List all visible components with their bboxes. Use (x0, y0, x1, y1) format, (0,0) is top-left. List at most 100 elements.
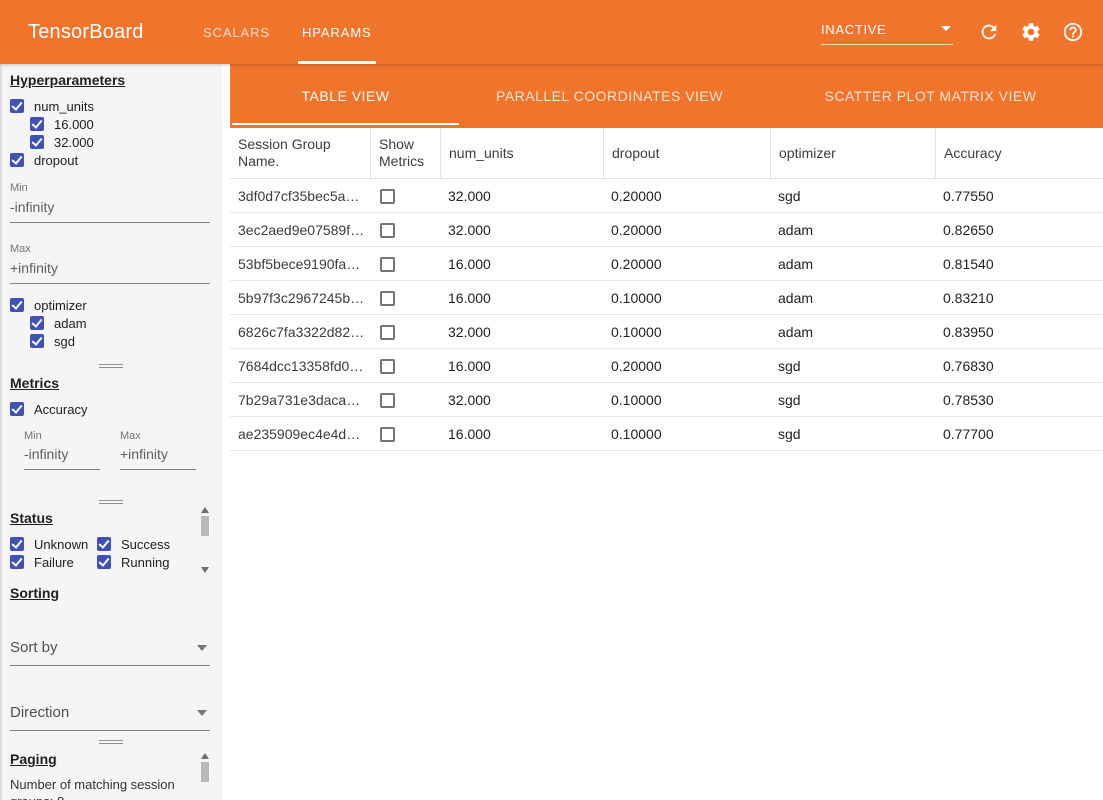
gear-icon (1020, 21, 1042, 43)
pane-resize-handle[interactable] (99, 364, 123, 368)
table-row: 6826c7fa3322d82… 32.000 0.10000 adam 0.8… (230, 315, 1103, 349)
tab-parallel-coordinates-view[interactable]: PARALLEL COORDINATES VIEW (461, 64, 758, 128)
metric-minmax: Min -infinity Max +infinity (24, 430, 212, 470)
scroll-up-icon[interactable] (201, 507, 209, 513)
min-input[interactable]: -infinity (24, 442, 100, 470)
session-group-name: 7684dcc13358fd0… (230, 358, 370, 374)
checkbox-checked-icon[interactable] (30, 316, 44, 330)
session-group-name: 5b97f3c2967245b… (230, 290, 370, 306)
tab-scalars[interactable]: SCALARS (187, 0, 286, 64)
dropout-value: 0.20000 (603, 358, 770, 374)
status-unknown[interactable]: Unknown (10, 535, 97, 553)
show-metrics-cell (370, 221, 440, 238)
scrollbar-thumb[interactable] (201, 516, 209, 536)
scroll-down-icon[interactable] (201, 567, 209, 573)
checkbox-checked-icon[interactable] (10, 402, 24, 416)
pane-resize-handle[interactable] (99, 740, 123, 744)
show-metrics-cell (370, 425, 440, 442)
num-units-value: 16.000 (440, 256, 603, 272)
main-content: TABLE VIEW PARALLEL COORDINATES VIEW SCA… (230, 64, 1103, 800)
accuracy-value: 0.81540 (935, 256, 1103, 272)
hparam-num-units-option-32[interactable]: 32.000 (30, 133, 212, 151)
table-row: 3df0d7cf35bec5a… 32.000 0.20000 sgd 0.77… (230, 179, 1103, 213)
refresh-button[interactable] (977, 20, 1001, 44)
optimizer-value: sgd (770, 426, 935, 442)
direction-label: Direction (10, 704, 69, 721)
accuracy-value: 0.77550 (935, 188, 1103, 204)
session-group-name: 7b29a731e3daca… (230, 392, 370, 408)
direction-dropdown[interactable]: Direction (10, 702, 210, 731)
col-show-metrics: Show Metrics (370, 128, 440, 178)
session-group-name: 6826c7fa3322d82… (230, 324, 370, 340)
checkbox-checked-icon[interactable] (10, 555, 24, 569)
hparam-optimizer-option-adam[interactable]: adam (30, 314, 212, 332)
help-button[interactable] (1061, 20, 1085, 44)
show-metrics-checkbox[interactable] (380, 189, 395, 204)
hparam-optimizer-option-sgd[interactable]: sgd (30, 332, 212, 350)
status-label: Success (121, 537, 170, 552)
table-row: ae235909ec4e4d… 16.000 0.10000 sgd 0.777… (230, 417, 1103, 451)
max-label: Max (120, 430, 196, 442)
metrics-section: Metrics Accuracy Min -infinity Max +infi… (0, 375, 222, 470)
status-scrollbar[interactable] (200, 507, 210, 573)
paging-scrollbar[interactable] (200, 753, 210, 800)
max-input[interactable]: +infinity (10, 255, 210, 284)
show-metrics-checkbox[interactable] (380, 223, 395, 238)
option-label: 16.000 (54, 117, 94, 132)
accuracy-value: 0.76830 (935, 358, 1103, 374)
settings-button[interactable] (1019, 20, 1043, 44)
show-metrics-checkbox[interactable] (380, 393, 395, 408)
pane-resize-handle[interactable] (99, 500, 123, 504)
status-running[interactable]: Running (97, 553, 212, 571)
checkbox-checked-icon[interactable] (10, 537, 24, 551)
metric-accuracy[interactable]: Accuracy (10, 400, 212, 418)
reload-interval-select[interactable]: INACTIVE (821, 20, 953, 45)
optimizer-value: sgd (770, 392, 935, 408)
checkbox-checked-icon[interactable] (97, 537, 111, 551)
show-metrics-checkbox[interactable] (380, 291, 395, 306)
checkbox-checked-icon[interactable] (10, 153, 24, 167)
refresh-icon (978, 21, 1000, 43)
checkbox-checked-icon[interactable] (97, 555, 111, 569)
tab-table-view[interactable]: TABLE VIEW (230, 64, 461, 128)
header-controls: INACTIVE (821, 0, 1085, 64)
option-label: 32.000 (54, 135, 94, 150)
hparam-optimizer[interactable]: optimizer (10, 296, 212, 314)
metric-min-field: Min -infinity (24, 430, 100, 470)
col-optimizer: optimizer (770, 128, 935, 178)
min-input[interactable]: -infinity (10, 194, 210, 223)
checkbox-checked-icon[interactable] (30, 117, 44, 131)
optimizer-value: adam (770, 256, 935, 272)
table-row: 7b29a731e3daca… 32.000 0.10000 sgd 0.785… (230, 383, 1103, 417)
show-metrics-checkbox[interactable] (380, 257, 395, 272)
hparam-dropout[interactable]: dropout (10, 151, 212, 169)
col-num-units: num_units (440, 128, 603, 178)
status-success[interactable]: Success (97, 535, 212, 553)
show-metrics-checkbox[interactable] (380, 427, 395, 442)
status-heading: Status (10, 510, 212, 526)
paging-heading: Paging (10, 751, 212, 767)
hparam-label: optimizer (34, 298, 87, 313)
scrollbar-thumb[interactable] (201, 762, 209, 782)
tab-hparams[interactable]: HPARAMS (286, 0, 388, 64)
hyperparameters-heading: Hyperparameters (10, 72, 212, 88)
num-units-value: 32.000 (440, 324, 603, 340)
hparam-num-units-option-16[interactable]: 16.000 (30, 115, 212, 133)
checkbox-checked-icon[interactable] (10, 298, 24, 312)
accuracy-value: 0.83950 (935, 324, 1103, 340)
metric-max-field: Max +infinity (120, 430, 196, 470)
tab-scatter-plot-matrix-view[interactable]: SCATTER PLOT MATRIX VIEW (758, 64, 1103, 128)
dropout-value: 0.20000 (603, 222, 770, 238)
status-failure[interactable]: Failure (10, 553, 97, 571)
max-input[interactable]: +infinity (120, 442, 196, 470)
checkbox-checked-icon[interactable] (30, 334, 44, 348)
hparam-num-units[interactable]: num_units (10, 97, 212, 115)
scroll-up-icon[interactable] (201, 753, 209, 759)
checkbox-checked-icon[interactable] (30, 135, 44, 149)
checkbox-checked-icon[interactable] (10, 99, 24, 113)
num-units-value: 16.000 (440, 290, 603, 306)
show-metrics-checkbox[interactable] (380, 359, 395, 374)
col-accuracy: Accuracy (935, 128, 1103, 178)
sort-by-dropdown[interactable]: Sort by (10, 637, 210, 666)
show-metrics-checkbox[interactable] (380, 325, 395, 340)
